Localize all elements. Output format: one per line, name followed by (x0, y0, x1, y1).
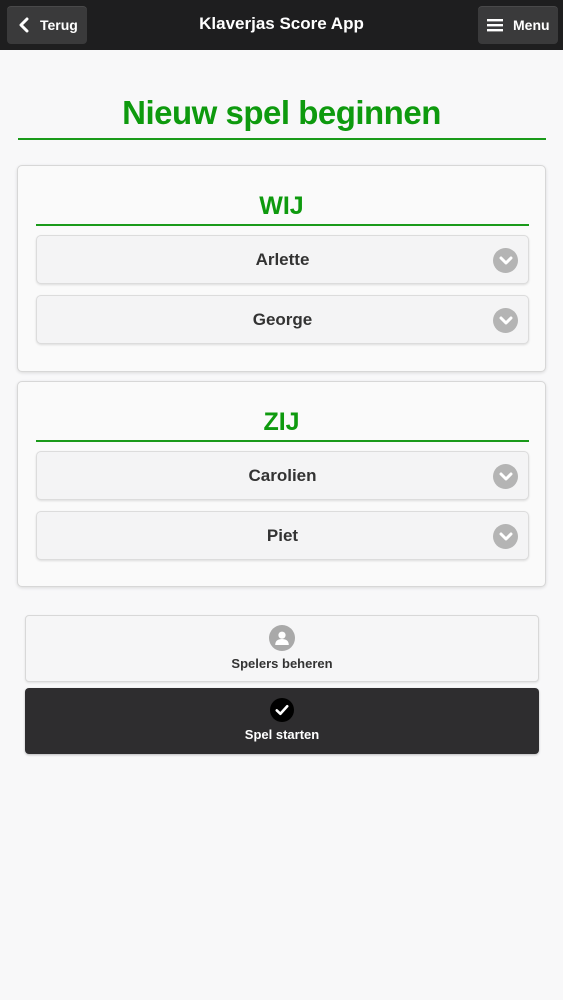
menu-button[interactable]: Menu (478, 6, 558, 44)
player-select-zij-1[interactable]: Carolien (36, 451, 529, 500)
player-select-value: George (252, 309, 313, 329)
player-select-value: Piet (266, 525, 299, 545)
team-panel-wij: WIJ Arlette George (17, 165, 546, 372)
start-game-button[interactable]: Spel starten (25, 688, 539, 754)
player-select-wij-1[interactable]: Arlette (36, 235, 529, 284)
page-title: Nieuw spel beginnen (122, 94, 441, 131)
team-divider (36, 224, 529, 226)
menu-button-label: Menu (513, 17, 550, 33)
team-label-zij: ZIJ (263, 408, 300, 436)
player-select-zij-2[interactable]: Piet (36, 511, 529, 560)
player-select-value: Arlette (255, 249, 310, 269)
player-select-wij-2[interactable]: George (36, 295, 529, 344)
header-bar: Terug Klaverjas Score App Menu (0, 0, 563, 50)
team-panel-zij: ZIJ Carolien Piet (17, 381, 546, 587)
chevron-down-icon (493, 464, 518, 489)
checkmark-icon (270, 698, 294, 722)
chevron-down-icon (493, 308, 518, 333)
start-game-label: Spel starten (244, 727, 320, 742)
manage-players-label: Spelers beheren (231, 656, 333, 671)
team-divider (36, 440, 529, 442)
manage-players-button[interactable]: Spelers beheren (25, 615, 539, 682)
user-icon (269, 625, 295, 651)
team-label-wij: WIJ (259, 192, 304, 220)
chevron-down-icon (493, 524, 518, 549)
chevron-down-icon (493, 248, 518, 273)
title-divider (18, 138, 546, 140)
player-select-value: Carolien (248, 465, 317, 485)
hamburger-icon (487, 19, 503, 32)
